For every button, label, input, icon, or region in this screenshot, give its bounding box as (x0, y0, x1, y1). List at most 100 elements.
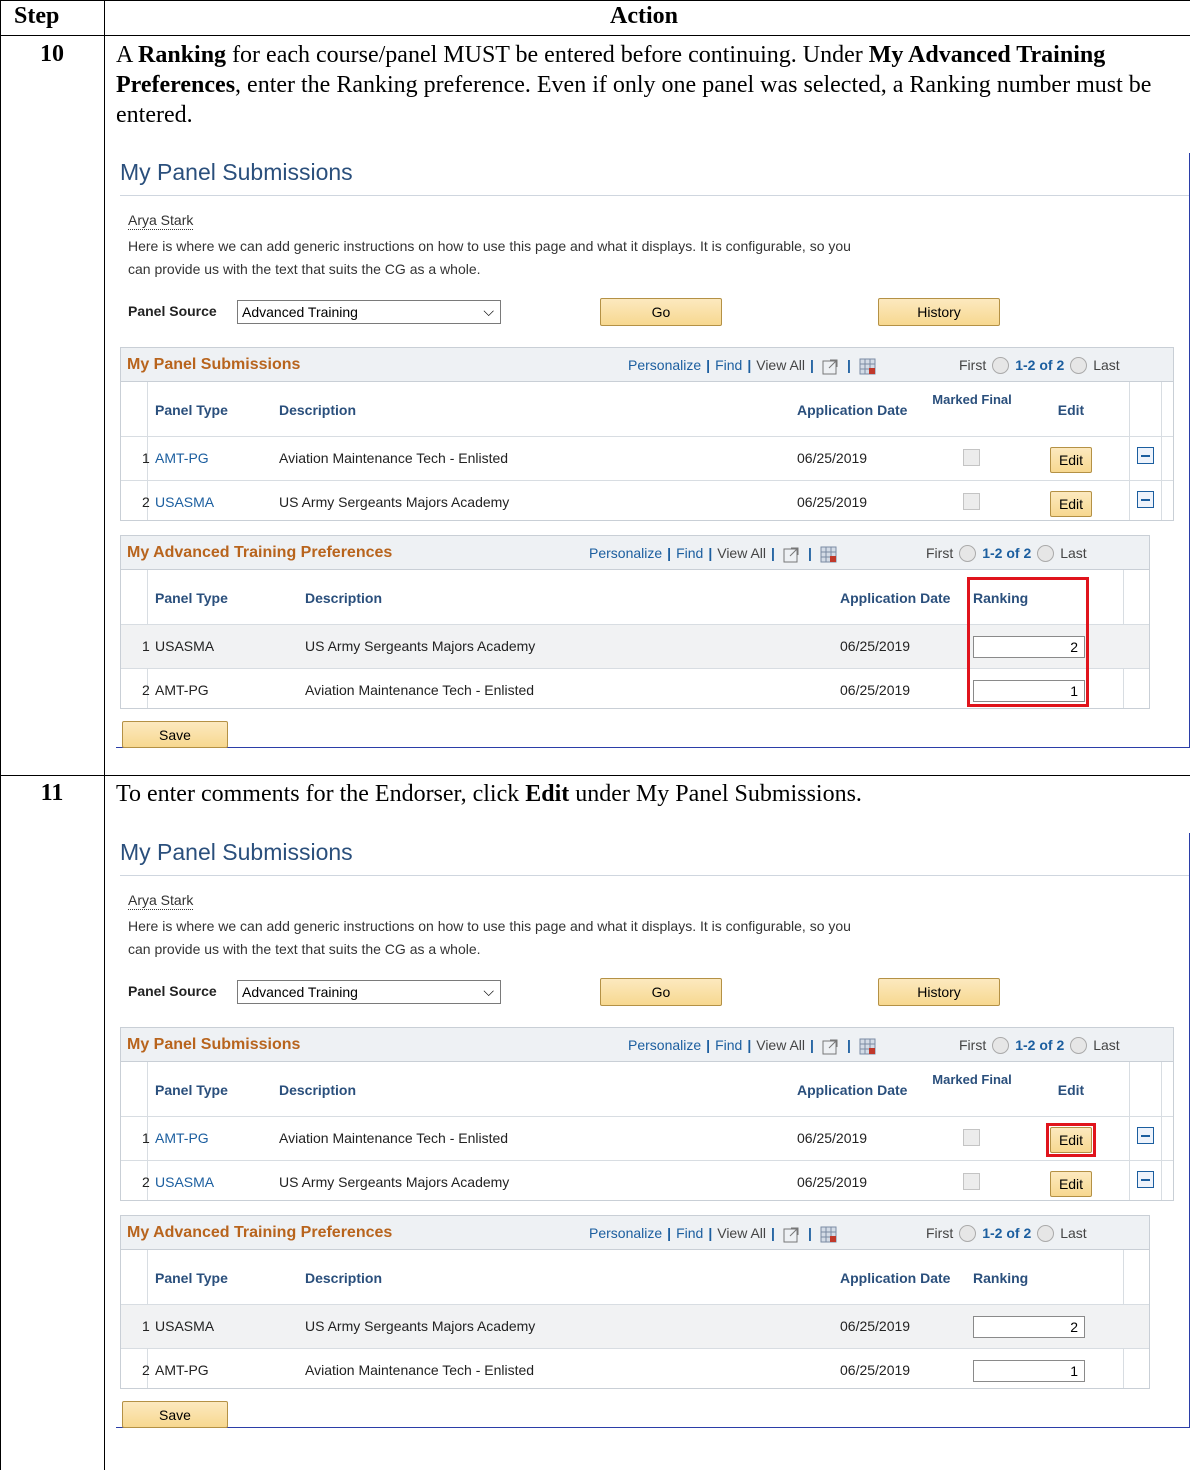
view-all-link[interactable]: View All (756, 357, 805, 373)
download-grid-icon[interactable] (859, 358, 876, 375)
grid-navigation: First 1-2 of 2 Last (926, 544, 1087, 563)
application-date: 06/25/2019 (797, 1174, 868, 1190)
marked-final-checkbox[interactable] (963, 1173, 980, 1190)
ranking-input[interactable]: 2 (973, 1316, 1085, 1338)
download-grid-icon[interactable] (820, 546, 837, 563)
save-button[interactable]: Save (122, 1401, 228, 1428)
grid-title-bar: My Panel Submissions Personalize | Find | Vi… (121, 1028, 1173, 1062)
application-date: 06/25/2019 (840, 1318, 911, 1334)
application-date: 06/25/2019 (840, 638, 911, 654)
table-row: 2 USASMA US Army Sergeants Majors Academ… (121, 1160, 1173, 1205)
chevron-down-icon: ⌵ (483, 303, 494, 319)
row-count: 1-2 of 2 (982, 545, 1032, 561)
page-instructions: Here is where we can add generic instruc… (128, 238, 851, 277)
zoom-icon[interactable] (822, 358, 839, 375)
description: Aviation Maintenance Tech - Enlisted (305, 682, 535, 698)
personalize-link[interactable]: Personalize (628, 357, 701, 373)
row-number: 1 (142, 638, 150, 654)
application-date: 06/25/2019 (797, 450, 868, 466)
first-link[interactable]: First (926, 1225, 953, 1241)
col-marked-final: Marked Final (932, 392, 1012, 407)
zoom-icon[interactable] (822, 1038, 839, 1055)
go-button[interactable]: Go (600, 298, 722, 326)
page-title: My Panel Submissions (120, 839, 353, 865)
marked-final-checkbox[interactable] (963, 449, 980, 466)
next-icon[interactable] (1037, 1224, 1055, 1242)
delete-row-icon[interactable] (1137, 491, 1154, 508)
marked-final-checkbox[interactable] (963, 493, 980, 510)
row-count: 1-2 of 2 (982, 1225, 1032, 1241)
user-name: Arya Stark (128, 892, 194, 910)
panel-source-select[interactable]: Advanced Training ⌵ (237, 980, 501, 1004)
page-instructions: Here is where we can add generic instruc… (128, 918, 851, 957)
panel-type-link[interactable]: USASMA (155, 1174, 214, 1190)
find-link[interactable]: Find (715, 1037, 742, 1053)
panel-submissions-screenshot: My Panel Submissions Arya Stark Here is … (116, 833, 1190, 1428)
history-button[interactable]: History (878, 298, 1000, 326)
find-link[interactable]: Find (676, 1225, 703, 1241)
previous-icon[interactable] (992, 1036, 1010, 1054)
first-link[interactable]: First (959, 1037, 986, 1053)
panel-type-link[interactable]: AMT-PG (155, 1130, 209, 1146)
next-icon[interactable] (1037, 544, 1055, 562)
panel-source-select[interactable]: Advanced Training ⌵ (237, 300, 501, 324)
personalize-link[interactable]: Personalize (589, 545, 662, 561)
previous-icon[interactable] (992, 356, 1010, 374)
download-grid-icon[interactable] (820, 1226, 837, 1243)
find-link[interactable]: Find (715, 357, 742, 373)
next-icon[interactable] (1070, 356, 1088, 374)
last-link[interactable]: Last (1093, 1037, 1119, 1053)
grid-title-bar: My Advanced Training Preferences Persona… (121, 1216, 1149, 1250)
panel-type-link[interactable]: USASMA (155, 494, 214, 510)
delete-row-icon[interactable] (1137, 1171, 1154, 1188)
panel-type-link[interactable]: AMT-PG (155, 450, 209, 466)
step-column-header: Step (14, 3, 60, 29)
edit-button[interactable]: Edit (1050, 1171, 1092, 1197)
delete-row-icon[interactable] (1137, 1127, 1154, 1144)
personalize-link[interactable]: Personalize (589, 1225, 662, 1241)
row-number: 1 (142, 1318, 150, 1334)
personalize-link[interactable]: Personalize (628, 1037, 701, 1053)
grid-title: My Advanced Training Preferences (127, 544, 393, 561)
grid-title-bar: My Advanced Training Preferences Persona… (121, 536, 1149, 570)
download-grid-icon[interactable] (859, 1038, 876, 1055)
grid-title: My Panel Submissions (127, 356, 301, 373)
history-button[interactable]: History (878, 978, 1000, 1006)
last-link[interactable]: Last (1093, 357, 1119, 373)
last-link[interactable]: Last (1060, 545, 1086, 561)
action-column-header: Action (610, 3, 678, 29)
description: Aviation Maintenance Tech - Enlisted (279, 1130, 509, 1146)
find-link[interactable]: Find (676, 545, 703, 561)
preferences-grid: My Advanced Training Preferences Persona… (120, 1215, 1150, 1389)
previous-icon[interactable] (959, 544, 977, 562)
submissions-grid: My Panel Submissions Personalize | Find | Vi… (120, 347, 1174, 521)
go-button[interactable]: Go (600, 978, 722, 1006)
view-all-link[interactable]: View All (717, 545, 766, 561)
row-number: 2 (142, 1174, 150, 1190)
delete-row-icon[interactable] (1137, 447, 1154, 464)
title-divider (120, 875, 1189, 876)
ranking-input[interactable]: 1 (973, 1360, 1085, 1382)
first-link[interactable]: First (926, 545, 953, 561)
row-count: 1-2 of 2 (1015, 1037, 1065, 1053)
application-date: 06/25/2019 (797, 494, 868, 510)
table-row: 2 AMT-PG Aviation Maintenance Tech - Enl… (121, 1348, 1149, 1393)
first-link[interactable]: First (959, 357, 986, 373)
view-all-link[interactable]: View All (717, 1225, 766, 1241)
title-divider (120, 195, 1189, 196)
last-link[interactable]: Last (1060, 1225, 1086, 1241)
application-date: 06/25/2019 (840, 1362, 911, 1378)
application-date: 06/25/2019 (840, 682, 911, 698)
zoom-icon[interactable] (783, 546, 800, 563)
previous-icon[interactable] (959, 1224, 977, 1242)
zoom-icon[interactable] (783, 1226, 800, 1243)
marked-final-checkbox[interactable] (963, 1129, 980, 1146)
view-all-link[interactable]: View All (756, 1037, 805, 1053)
panel-source-label: Panel Source (128, 303, 217, 319)
edit-button[interactable]: Edit (1050, 491, 1092, 517)
panel-type: USASMA (155, 638, 215, 654)
row-count: 1-2 of 2 (1015, 357, 1065, 373)
edit-button[interactable]: Edit (1050, 447, 1092, 473)
save-button[interactable]: Save (122, 721, 228, 748)
next-icon[interactable] (1070, 1036, 1088, 1054)
